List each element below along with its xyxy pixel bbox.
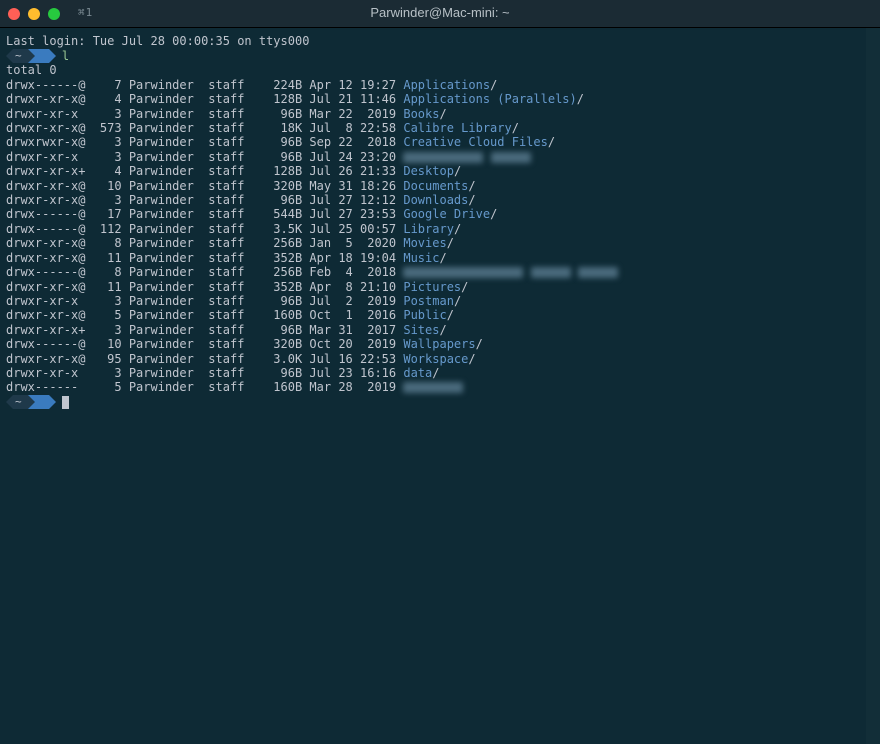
prompt-home: ~ [13,395,28,409]
redacted-name: x [403,152,483,163]
titlebar[interactable]: ⌘1 Parwinder@Mac-mini: ~ [0,0,880,28]
traffic-lights [8,8,60,20]
list-item: drwxr-xr-x 3 Parwinder staff 96B Mar 22 … [6,107,874,121]
cursor-icon [62,396,69,409]
prompt-blue-arrow-icon [49,395,56,409]
prompt-arrow-left-icon [6,395,13,409]
redacted-name: x [403,267,523,278]
list-item: drwxr-xr-x@ 4 Parwinder staff 128B Jul 2… [6,92,874,106]
list-item: drwxr-xr-x@ 8 Parwinder staff 256B Jan 5… [6,236,874,250]
dir-name: Public [403,308,446,322]
redacted-name: x [403,382,463,393]
redacted-name: x [491,152,531,163]
list-item: drwxr-xr-x@ 11 Parwinder staff 352B Apr … [6,251,874,265]
command-text: l [62,49,69,63]
total-line: total 0 [6,63,874,77]
last-login-line: Last login: Tue Jul 28 00:00:35 on ttys0… [6,34,874,48]
dir-name: Documents [403,179,468,193]
list-item: drwx------@ 7 Parwinder staff 224B Apr 1… [6,78,874,92]
maximize-icon[interactable] [48,8,60,20]
list-item: drwx------@ 17 Parwinder staff 544B Jul … [6,207,874,221]
list-item: drwx------@ 10 Parwinder staff 320B Oct … [6,337,874,351]
list-item: drwxr-xr-x@ 5 Parwinder staff 160B Oct 1… [6,308,874,322]
list-item: drwx------@ 112 Parwinder staff 3.5K Jul… [6,222,874,236]
list-item: drwxr-xr-x@ 573 Parwinder staff 18K Jul … [6,121,874,135]
prompt-blue-arrow-icon [49,49,56,63]
close-icon[interactable] [8,8,20,20]
dir-name: Calibre Library [403,121,511,135]
dir-name: Applications [403,78,490,92]
list-item: drwxr-xr-x@ 95 Parwinder staff 3.0K Jul … [6,352,874,366]
dir-name: Wallpapers [403,337,475,351]
dir-name: Sites [403,323,439,337]
list-item: drwxr-xr-x 3 Parwinder staff 96B Jul 24 … [6,150,874,164]
dir-name: Music [403,251,439,265]
tab-shortcut: ⌘1 [78,6,93,20]
dir-name: Postman [403,294,454,308]
redacted-name: x [531,267,571,278]
list-item: drwxr-xr-x@ 11 Parwinder staff 352B Apr … [6,280,874,294]
list-item: drwxr-xr-x 3 Parwinder staff 96B Jul 23 … [6,366,874,380]
redacted-name: x [578,267,618,278]
list-item: drwxrwxr-x@ 3 Parwinder staff 96B Sep 22… [6,135,874,149]
window-title: Parwinder@Mac-mini: ~ [370,6,509,20]
list-item: drwx------ 5 Parwinder staff 160B Mar 28… [6,380,874,394]
scrollbar[interactable] [866,28,880,744]
list-item: drwxr-xr-x@ 10 Parwinder staff 320B May … [6,179,874,193]
prompt-arrow-left-icon [6,49,13,63]
prompt-home: ~ [13,49,28,63]
dir-name: Creative Cloud Files [403,135,548,149]
prompt-home-arrow-icon [28,49,35,63]
dir-name: Library [403,222,454,236]
dir-name: Pictures [403,280,461,294]
dir-name: Applications (Parallels) [403,92,576,106]
list-item: drwxr-xr-x@ 3 Parwinder staff 96B Jul 27… [6,193,874,207]
dir-name: Downloads [403,193,468,207]
list-item: drwxr-xr-x+ 4 Parwinder staff 128B Jul 2… [6,164,874,178]
terminal-body[interactable]: Last login: Tue Jul 28 00:00:35 on ttys0… [0,28,880,744]
file-listing: drwx------@ 7 Parwinder staff 224B Apr 1… [6,78,874,395]
dir-name: data [403,366,432,380]
dir-name: Workspace [403,352,468,366]
list-item: drwx------@ 8 Parwinder staff 256B Feb 4… [6,265,874,279]
dir-name: Books [403,107,439,121]
prompt-home-arrow-icon [28,395,35,409]
list-item: drwxr-xr-x 3 Parwinder staff 96B Jul 2 2… [6,294,874,308]
prompt-line: ~ l [6,48,874,63]
dir-name: Desktop [403,164,454,178]
dir-name: Google Drive [403,207,490,221]
list-item: drwxr-xr-x+ 3 Parwinder staff 96B Mar 31… [6,323,874,337]
minimize-icon[interactable] [28,8,40,20]
prompt-line-2[interactable]: ~ [6,395,874,410]
dir-name: Movies [403,236,446,250]
